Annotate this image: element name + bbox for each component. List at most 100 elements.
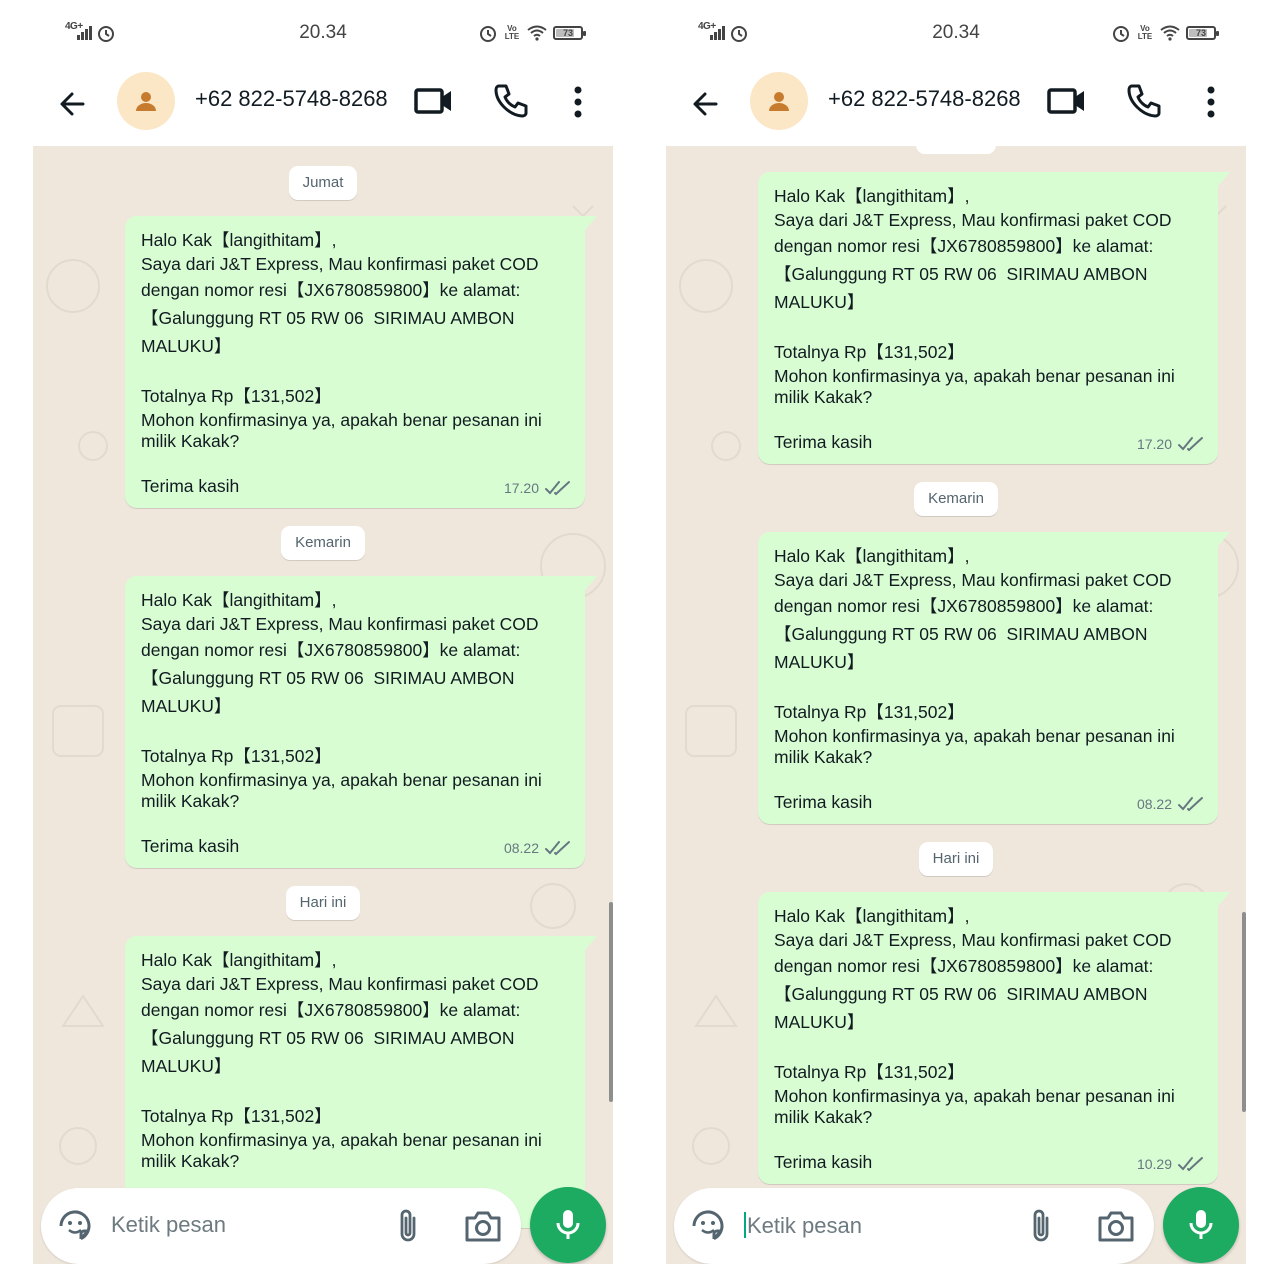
message-bubble[interactable]: Halo Kak【langithitam】, Saya dari J&T Exp… — [125, 576, 597, 868]
message-text: dengan nomor resi【JX6780859800】ke alamat… — [774, 236, 1154, 256]
message-text: milik Kakak? — [774, 387, 873, 407]
chat-area[interactable]: Jumat Halo Kak【langithitam】, Saya dari J… — [33, 146, 613, 1280]
back-arrow-icon[interactable] — [686, 84, 726, 124]
message-text: milik Kakak? — [141, 431, 240, 451]
chat-header: +62 822-5748-8268 — [33, 66, 613, 146]
sticker-icon[interactable] — [690, 1208, 726, 1244]
message-text: Halo Kak【langithitam】, — [141, 590, 337, 610]
message-text: Saya dari J&T Express, Mau konfirmasi pa… — [141, 614, 539, 634]
message-text: 【Galunggung RT 05 RW 06 SIRIMAU AMBON — [774, 984, 1148, 1004]
message-text: 【Galunggung RT 05 RW 06 SIRIMAU AMBON — [141, 308, 515, 328]
avatar[interactable] — [750, 72, 808, 130]
contact-name[interactable]: +62 822-5748-8268 — [828, 86, 1021, 112]
camera-icon[interactable] — [1096, 1208, 1136, 1244]
message-bubble[interactable]: Halo Kak【langithitam】, Saya dari J&T Exp… — [125, 936, 597, 1228]
date-chip-partial — [916, 146, 996, 154]
message-meta: 08.22 — [1137, 792, 1204, 816]
contact-name[interactable]: +62 822-5748-8268 — [195, 86, 388, 112]
message-input[interactable]: Ketik pesan — [111, 1212, 226, 1238]
message-input[interactable]: Ketik pesan — [744, 1212, 862, 1239]
message-time: 08.22 — [503, 840, 539, 856]
message-text: Mohon konfirmasinya ya, apakah benar pes… — [774, 726, 1175, 746]
phone-icon[interactable] — [1124, 80, 1164, 120]
attach-icon[interactable] — [1026, 1206, 1056, 1246]
message-text: MALUKU】 — [774, 652, 865, 672]
message-time: 17.20 — [503, 480, 539, 496]
battery-level: 73 — [1195, 28, 1206, 38]
avatar[interactable] — [117, 72, 175, 130]
message-time: 17.20 — [1136, 436, 1172, 452]
date-chip: Kemarin — [281, 526, 365, 560]
message-input-bar[interactable]: Ketik pesan — [41, 1188, 521, 1264]
back-arrow-icon[interactable] — [53, 84, 93, 124]
message-bubble[interactable]: Halo Kak【langithitam】, Saya dari J&T Exp… — [758, 532, 1230, 824]
message-text: 【Galunggung RT 05 RW 06 SIRIMAU AMBON — [141, 668, 515, 688]
chat-area[interactable]: Halo Kak【langithitam】, Saya dari J&T Exp… — [666, 146, 1246, 1280]
more-vert-icon[interactable] — [565, 84, 591, 120]
message-text: 【Galunggung RT 05 RW 06 SIRIMAU AMBON — [774, 264, 1148, 284]
message-text: Mohon konfirmasinya ya, apakah benar pes… — [141, 410, 542, 430]
person-icon — [136, 92, 156, 111]
message-text: milik Kakak? — [141, 1151, 240, 1171]
alarm-icon — [480, 26, 496, 42]
mic-button[interactable] — [530, 1187, 606, 1263]
phone-icon[interactable] — [491, 80, 531, 120]
message-meta: 08.22 — [504, 836, 571, 860]
message-text: milik Kakak? — [774, 747, 873, 767]
message-text: Totalnya Rp【131,502】 — [774, 342, 965, 362]
more-vert-icon[interactable] — [1198, 84, 1224, 120]
date-chip: Hari ini — [918, 842, 994, 876]
scrollbar[interactable] — [1242, 912, 1246, 1112]
message-text: Totalnya Rp【131,502】 — [141, 1106, 332, 1126]
mic-icon — [556, 1210, 580, 1239]
message-text: dengan nomor resi【JX6780859800】ke alamat… — [141, 640, 521, 660]
message-text: Halo Kak【langithitam】, — [774, 546, 970, 566]
video-call-icon[interactable] — [1046, 84, 1088, 118]
message-bubble[interactable]: Halo Kak【langithitam】, Saya dari J&T Exp… — [758, 172, 1230, 464]
battery-icon: 73 — [553, 26, 586, 40]
wifi-icon — [1160, 25, 1180, 41]
phone-screen-left: 4G+ 20.34 Vo LTE 73 +62 822-5748-8268 Ju… — [33, 0, 613, 1280]
status-bar: 4G+ 20.34 Vo LTE 73 — [666, 0, 1246, 66]
message-text: dengan nomor resi【JX6780859800】ke alamat… — [141, 1000, 521, 1020]
double-check-icon — [545, 481, 570, 496]
video-call-icon[interactable] — [413, 84, 455, 118]
bottom-edge — [33, 1264, 613, 1280]
message-text: Saya dari J&T Express, Mau konfirmasi pa… — [141, 974, 539, 994]
message-bubble[interactable]: Halo Kak【langithitam】, Saya dari J&T Exp… — [758, 892, 1230, 1184]
message-meta: 17.20 — [504, 476, 571, 500]
mic-button[interactable] — [1163, 1187, 1239, 1263]
message-input-bar[interactable]: Ketik pesan — [674, 1188, 1154, 1264]
message-bubble[interactable]: Halo Kak【langithitam】, Saya dari J&T Exp… — [125, 216, 597, 508]
attach-icon[interactable] — [393, 1206, 423, 1246]
message-text: Saya dari J&T Express, Mau konfirmasi pa… — [774, 210, 1172, 230]
message-text: Totalnya Rp【131,502】 — [141, 386, 332, 406]
message-text: MALUKU】 — [774, 292, 865, 312]
battery-level: 73 — [562, 28, 573, 38]
double-check-icon — [1178, 797, 1203, 812]
person-icon — [769, 92, 789, 111]
message-text: Totalnya Rp【131,502】 — [141, 746, 332, 766]
double-check-icon — [1178, 437, 1203, 452]
message-text: Halo Kak【langithitam】, — [141, 230, 337, 250]
camera-icon[interactable] — [463, 1208, 503, 1244]
sticker-icon[interactable] — [57, 1208, 93, 1244]
message-text: MALUKU】 — [141, 696, 232, 716]
message-text: Mohon konfirmasinya ya, apakah benar pes… — [774, 1086, 1175, 1106]
scrollbar[interactable] — [609, 902, 613, 1102]
message-text: dengan nomor resi【JX6780859800】ke alamat… — [774, 596, 1154, 616]
message-text: 【Galunggung RT 05 RW 06 SIRIMAU AMBON — [141, 1028, 515, 1048]
message-input-placeholder: Ketik pesan — [747, 1213, 862, 1238]
message-text: Saya dari J&T Express, Mau konfirmasi pa… — [141, 254, 539, 274]
phone-screen-right: 4G+ 20.34 Vo LTE 73 +62 822-5748-8268 Ha… — [666, 0, 1246, 1280]
message-text: Halo Kak【langithitam】, — [774, 186, 970, 206]
wifi-icon — [527, 25, 547, 41]
message-text: dengan nomor resi【JX6780859800】ke alamat… — [774, 956, 1154, 976]
status-bar: 4G+ 20.34 Vo LTE 73 — [33, 0, 613, 66]
message-meta: 10.29 — [1137, 1152, 1204, 1176]
alarm-icon — [1113, 26, 1129, 42]
message-text: Mohon konfirmasinya ya, apakah benar pes… — [141, 770, 542, 790]
message-text: dengan nomor resi【JX6780859800】ke alamat… — [141, 280, 521, 300]
mic-icon — [1189, 1210, 1213, 1239]
date-chip: Hari ini — [285, 886, 361, 920]
